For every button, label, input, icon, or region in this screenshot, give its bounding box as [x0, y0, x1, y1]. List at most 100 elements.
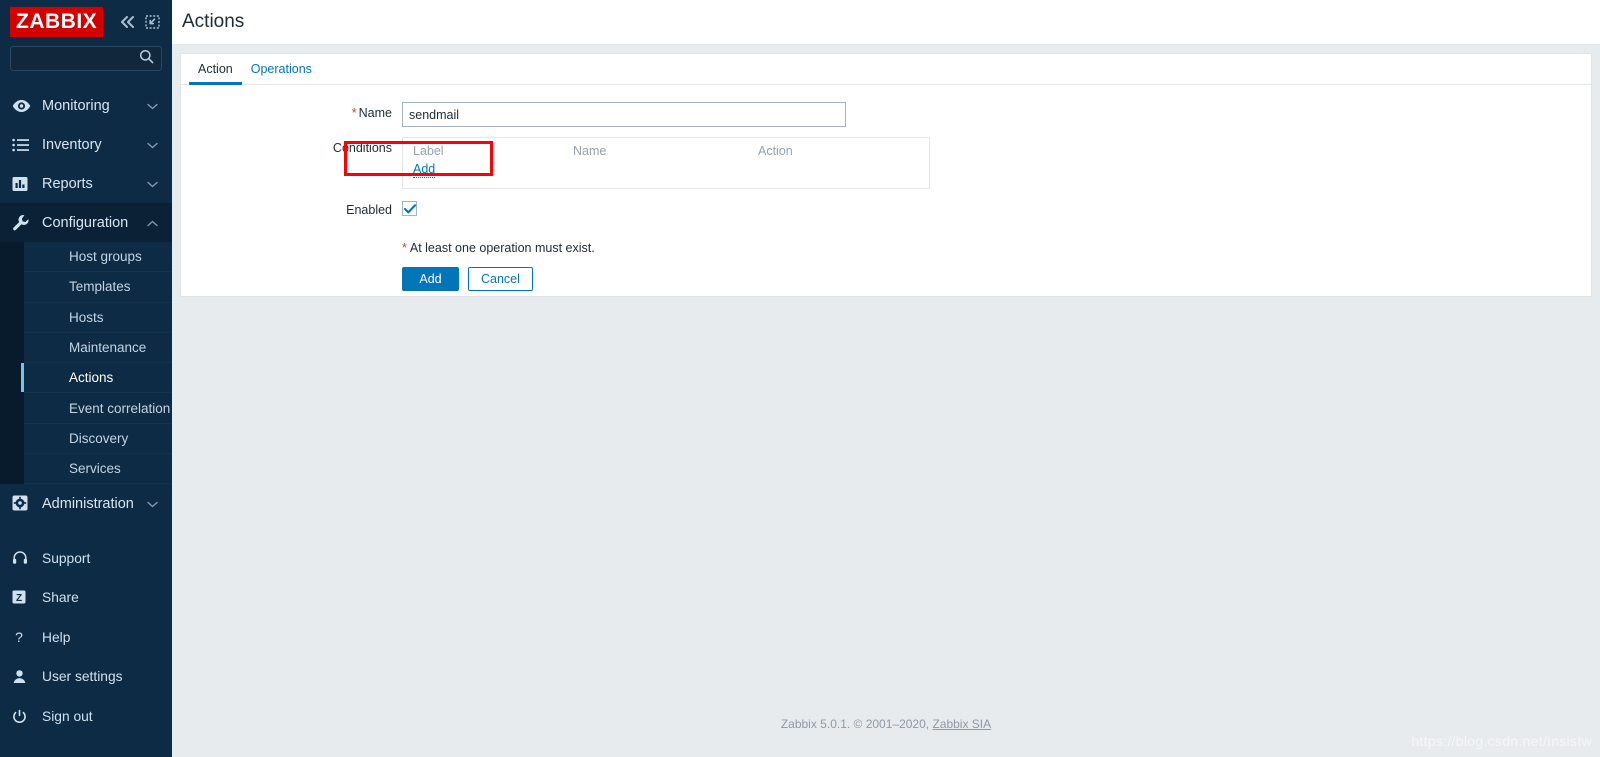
sidebar-item-label: User settings: [42, 669, 123, 685]
sidebar-subitem-label: Hosts: [69, 309, 104, 325]
search-box[interactable]: [10, 46, 172, 71]
chevron-down-icon: [147, 176, 158, 192]
configuration-submenu: Host groups Templates Hosts Maintenance …: [0, 242, 172, 485]
wrench-icon: [12, 214, 42, 232]
sidebar-item-label: Reports: [42, 175, 93, 192]
column-header-label: Label: [413, 144, 444, 158]
required-marker: *: [351, 106, 357, 120]
sidebar-item-monitoring[interactable]: Monitoring: [0, 86, 172, 125]
content-area: Action Operations * Name sendmail Condit…: [172, 45, 1600, 297]
sidebar-item-discovery[interactable]: Discovery: [24, 423, 172, 455]
sidebar-item-services[interactable]: Services: [24, 454, 172, 485]
cancel-button[interactable]: Cancel: [468, 267, 533, 291]
sidebar-item-inventory[interactable]: Inventory: [0, 125, 172, 164]
note-spacer: [181, 227, 402, 231]
list-icon: [12, 138, 42, 152]
double-chevron-left-icon[interactable]: [119, 15, 136, 29]
gear-icon: [12, 495, 42, 512]
chevron-up-icon: [147, 215, 158, 231]
conditions-control: Label Name Action Add: [402, 137, 1591, 189]
form-row-enabled: Enabled: [181, 199, 1591, 217]
app-root: ZABBIX Monitoring Inventory Reports Conf…: [0, 0, 1600, 757]
sidebar-bottom-nav: Support Z Share ? Help User settings Sig…: [0, 538, 172, 736]
checkmark-icon: [403, 203, 416, 213]
sidebar-item-event-correlation[interactable]: Event correlation: [24, 393, 172, 424]
zabbix-logo[interactable]: ZABBIX: [10, 7, 104, 37]
tab-action[interactable]: Action: [189, 62, 242, 85]
sidebar: ZABBIX Monitoring Inventory Reports Conf…: [0, 0, 172, 757]
svg-text:Z: Z: [16, 593, 22, 604]
sidebar-subitem-label: Discovery: [69, 430, 129, 446]
sidebar-header: ZABBIX: [0, 0, 172, 44]
tab-bar: Action Operations: [181, 54, 1591, 85]
search-input[interactable]: [11, 47, 172, 70]
sidebar-item-help[interactable]: ? Help: [0, 617, 172, 657]
conditions-table-header: Label Name Action: [403, 144, 929, 162]
form-row-name: * Name: [181, 102, 1591, 127]
sidebar-search: [0, 44, 172, 81]
user-icon: [12, 669, 42, 684]
chevron-down-icon: [147, 496, 158, 512]
sidebar-item-sign-out[interactable]: Sign out: [0, 696, 172, 736]
chevron-down-icon: [147, 98, 158, 114]
tab-label: Action: [198, 62, 233, 76]
name-control: [402, 102, 1591, 127]
form-buttons: Add Cancel: [402, 267, 1591, 291]
sidebar-item-label: Share: [42, 590, 79, 606]
power-icon: [12, 709, 42, 724]
form-row-conditions: Conditions Label Name Action Add: [181, 137, 1591, 189]
sidebar-subitem-label: Event correlation: [69, 400, 171, 416]
add-button[interactable]: Add: [402, 267, 459, 291]
sidebar-item-reports[interactable]: Reports: [0, 164, 172, 203]
sidebar-item-templates[interactable]: Templates: [24, 272, 172, 303]
sidebar-item-label: Monitoring: [42, 97, 110, 114]
form-row-note: * At least one operation must exist. Add …: [181, 227, 1591, 291]
sidebar-item-hosts[interactable]: Hosts: [24, 302, 172, 333]
sidebar-item-maintenance[interactable]: Maintenance: [24, 332, 172, 364]
sidebar-item-label: Help: [42, 629, 71, 645]
required-marker: *: [402, 241, 407, 255]
conditions-add-link[interactable]: Add: [413, 162, 436, 178]
sidebar-subitem-label: Maintenance: [69, 340, 147, 356]
note-control: * At least one operation must exist. Add …: [402, 227, 1591, 291]
sidebar-item-label: Administration: [42, 495, 134, 512]
sidebar-nav: Monitoring Inventory Reports Configurati…: [0, 86, 172, 736]
svg-text:?: ?: [15, 629, 23, 645]
sidebar-item-user-settings[interactable]: User settings: [0, 657, 172, 697]
operation-note-text: At least one operation must exist.: [409, 241, 595, 255]
sidebar-item-configuration[interactable]: Configuration: [0, 203, 172, 242]
tab-label: Operations: [250, 62, 312, 76]
footer-link-zabbix-sia[interactable]: Zabbix SIA: [932, 717, 991, 731]
column-header-action: Action: [758, 144, 793, 158]
footer: Zabbix 5.0.1. © 2001–2020, Zabbix SIA: [172, 717, 1600, 731]
column-header-name: Name: [573, 144, 607, 158]
action-form-panel: Action Operations * Name sendmail Condit…: [180, 53, 1592, 297]
tab-operations[interactable]: Operations: [242, 62, 321, 84]
sidebar-item-label: Inventory: [42, 136, 102, 153]
sidebar-item-host-groups[interactable]: Host groups: [24, 242, 172, 273]
watermark: https://blog.csdn.net/Insistw: [1411, 733, 1592, 749]
sidebar-subitem-label: Services: [69, 461, 121, 477]
action-form: *Name Conditions Label Name: [181, 85, 1591, 291]
enabled-label: Enabled: [346, 203, 392, 217]
sidebar-item-label: Sign out: [42, 708, 93, 724]
name-input[interactable]: [402, 102, 846, 127]
headset-icon: [12, 550, 42, 566]
bar-chart-icon: [12, 176, 42, 192]
sidebar-item-share[interactable]: Z Share: [0, 578, 172, 618]
collapse-pane-icon[interactable]: [145, 15, 160, 29]
sidebar-item-actions[interactable]: Actions: [21, 363, 172, 394]
page-header: Actions: [172, 0, 1600, 45]
conditions-label: Conditions: [332, 141, 392, 155]
name-label: * Name: [181, 102, 402, 120]
name-label-text: Name: [358, 106, 392, 120]
enabled-control: [402, 199, 1591, 216]
enabled-checkbox[interactable]: [402, 201, 417, 216]
zabbix-share-icon: Z: [12, 590, 42, 605]
sidebar-item-support[interactable]: Support: [0, 538, 172, 578]
conditions-table: Label Name Action Add: [402, 137, 930, 189]
main-content: Actions Action Operations * Name sendmai…: [172, 0, 1600, 757]
sidebar-item-administration[interactable]: Administration: [0, 484, 172, 523]
sidebar-subitem-label: Host groups: [69, 249, 142, 265]
footer-text: Zabbix 5.0.1. © 2001–2020,: [780, 717, 933, 731]
